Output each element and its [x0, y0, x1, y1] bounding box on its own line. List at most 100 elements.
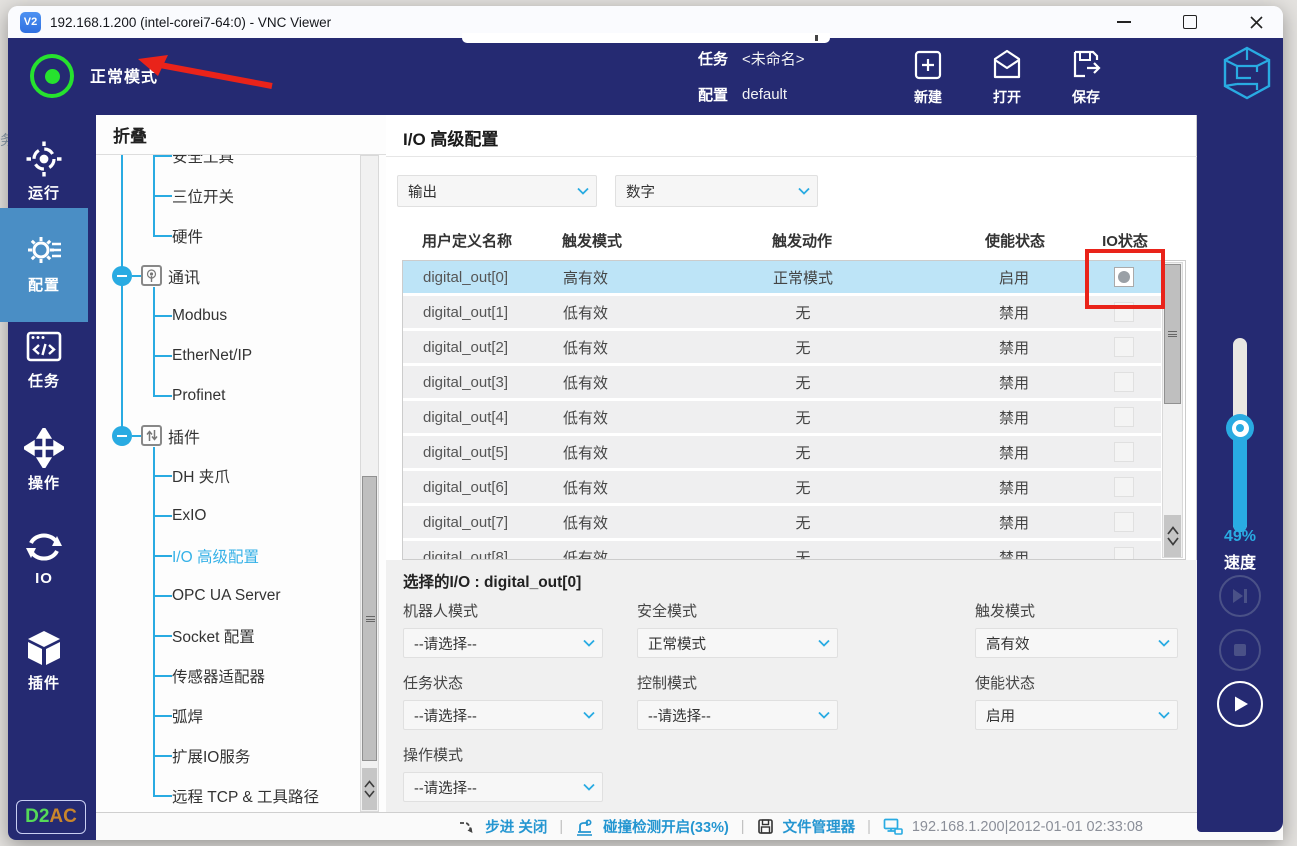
io-state-checkbox[interactable]: [1114, 442, 1134, 462]
file-manager-link[interactable]: 文件管理器: [783, 816, 856, 837]
tree-item-label: 插件: [168, 424, 200, 448]
tree-tick-line: [153, 635, 172, 637]
skip-to-end-button[interactable]: [1219, 575, 1261, 617]
tree-item-label: 传感器适配器: [172, 665, 265, 687]
tree-collapse-header[interactable]: 折叠: [96, 115, 386, 155]
tree-item[interactable]: 硬件: [96, 222, 346, 250]
tree-item[interactable]: DH 夹爪: [96, 462, 346, 490]
table-row[interactable]: digital_out[5] 低有效 无 禁用: [403, 436, 1161, 471]
table-row[interactable]: digital_out[4] 低有效 无 禁用: [403, 401, 1161, 436]
tree-item[interactable]: I/O 高级配置: [96, 542, 346, 570]
io-state-checkbox[interactable]: [1114, 477, 1134, 497]
tree-scrollbar[interactable]: [360, 155, 379, 812]
collapse-minus-icon[interactable]: [112, 426, 132, 446]
chevron-down-icon: [570, 187, 596, 195]
table-row[interactable]: digital_out[7] 低有效 无 禁用: [403, 506, 1161, 541]
table-row[interactable]: digital_out[6] 低有效 无 禁用: [403, 471, 1161, 506]
io-state-checkbox[interactable]: [1114, 547, 1134, 560]
sidebar-item-run[interactable]: 运行: [0, 136, 88, 212]
speed-label: 速度: [1197, 549, 1283, 573]
tree-item[interactable]: 扩展IO服务: [96, 742, 346, 770]
io-state-checkbox[interactable]: [1114, 337, 1134, 357]
speed-slider-thumb[interactable]: [1226, 414, 1254, 442]
io-cycle-icon: [24, 528, 64, 566]
table-row[interactable]: digital_out[3] 低有效 无 禁用: [403, 366, 1161, 401]
io-state-checkbox[interactable]: [1114, 372, 1134, 392]
field-select[interactable]: --请选择--: [637, 700, 838, 730]
save-button[interactable]: 保存: [1051, 46, 1121, 107]
table-row[interactable]: digital_out[2] 低有效 无 禁用: [403, 331, 1161, 366]
sidebar-item-plugin[interactable]: 插件: [0, 628, 88, 693]
open-icon: [988, 46, 1026, 84]
tree-item-label: 扩展IO服务: [172, 745, 250, 767]
close-icon: [1249, 15, 1264, 30]
tree-item[interactable]: Modbus: [96, 302, 346, 330]
col-trigger-action: 触发动作: [712, 230, 892, 251]
tree-scrollbar-buttons[interactable]: [362, 768, 377, 810]
maximize-button[interactable]: [1177, 9, 1203, 35]
tree-item[interactable]: 传感器适配器: [96, 662, 346, 690]
task-field: 任务 <未命名>: [698, 48, 805, 69]
cell-enable-state: 禁用: [941, 442, 1087, 463]
stop-button[interactable]: [1219, 629, 1261, 671]
tree-item[interactable]: Profinet: [96, 382, 346, 410]
minimize-button[interactable]: [1111, 9, 1137, 35]
io-state-checkbox[interactable]: [1114, 512, 1134, 532]
tree-item[interactable]: 安全工具: [96, 155, 346, 170]
field-select[interactable]: 高有效: [975, 628, 1178, 658]
close-button[interactable]: [1243, 9, 1269, 35]
d2ac-button[interactable]: D2AC: [16, 800, 86, 834]
sidebar-item-operate[interactable]: 操作: [0, 428, 88, 493]
field-select[interactable]: 启用: [975, 700, 1178, 730]
tree-item[interactable]: OPC UA Server: [96, 582, 346, 610]
tree-item[interactable]: 通讯: [96, 262, 346, 290]
tree-item-label: ExIO: [172, 507, 206, 525]
field-label: 控制模式: [637, 672, 975, 693]
step-status[interactable]: 步进 关闭: [485, 816, 547, 837]
cell-trigger-mode: 高有效: [553, 267, 713, 288]
tree-scrollbar-thumb[interactable]: [362, 476, 377, 761]
open-button[interactable]: 打开: [972, 46, 1042, 107]
tree-item[interactable]: 远程 TCP & 工具路径: [96, 782, 346, 810]
new-button[interactable]: 新建: [893, 46, 963, 107]
cell-trigger-action: 无: [713, 512, 893, 533]
cell-name: digital_out[1]: [403, 304, 553, 321]
io-state-checkbox[interactable]: [1114, 302, 1134, 322]
field-select[interactable]: --请选择--: [403, 700, 603, 730]
collision-status[interactable]: 碰撞检测开启(33%): [603, 816, 729, 837]
io-direction-select[interactable]: 输出: [397, 175, 597, 207]
io-state-checkbox[interactable]: [1114, 407, 1134, 427]
field-select[interactable]: --请选择--: [403, 628, 603, 658]
field-select[interactable]: 正常模式: [637, 628, 838, 658]
table-scrollbar[interactable]: [1162, 262, 1183, 558]
table-scrollbar-buttons[interactable]: [1164, 515, 1181, 557]
field-select[interactable]: --请选择--: [403, 772, 603, 802]
table-scrollbar-thumb[interactable]: [1164, 264, 1181, 404]
vnc-toolbar-notch[interactable]: [462, 33, 830, 43]
cell-enable-state: 禁用: [941, 372, 1087, 393]
gear-icon: [24, 230, 64, 270]
io-type-select[interactable]: 数字: [615, 175, 818, 207]
tree-item[interactable]: 插件: [96, 422, 346, 450]
sidebar-item-io[interactable]: IO: [0, 528, 88, 587]
play-button[interactable]: [1217, 681, 1263, 727]
field-label: 机器人模式: [403, 600, 637, 621]
cell-trigger-mode: 低有效: [553, 512, 713, 533]
table-row[interactable]: digital_out[1] 低有效 无 禁用: [403, 296, 1161, 331]
tree-item[interactable]: EtherNet/IP: [96, 342, 346, 370]
tree-tick-line: [153, 555, 172, 557]
io-state-checkbox[interactable]: [1114, 267, 1134, 287]
sidebar-item-task[interactable]: 任务: [0, 328, 88, 391]
field-label: 使能状态: [975, 672, 1180, 693]
tree-item[interactable]: ExIO: [96, 502, 346, 530]
table-row[interactable]: digital_out[0] 高有效 正常模式 启用: [403, 261, 1161, 296]
table-row[interactable]: digital_out[8] 低有效 无 禁用: [403, 541, 1161, 560]
tree-item[interactable]: Socket 配置: [96, 622, 346, 650]
cell-enable-state: 禁用: [941, 407, 1087, 428]
tree-item[interactable]: 弧焊: [96, 702, 346, 730]
sidebar-item-config[interactable]: 配置: [0, 208, 88, 322]
collapse-minus-icon[interactable]: [112, 266, 132, 286]
chevron-down-icon: [576, 639, 602, 647]
tree-item[interactable]: 三位开关: [96, 182, 346, 210]
tree-tick-line: [153, 755, 172, 757]
